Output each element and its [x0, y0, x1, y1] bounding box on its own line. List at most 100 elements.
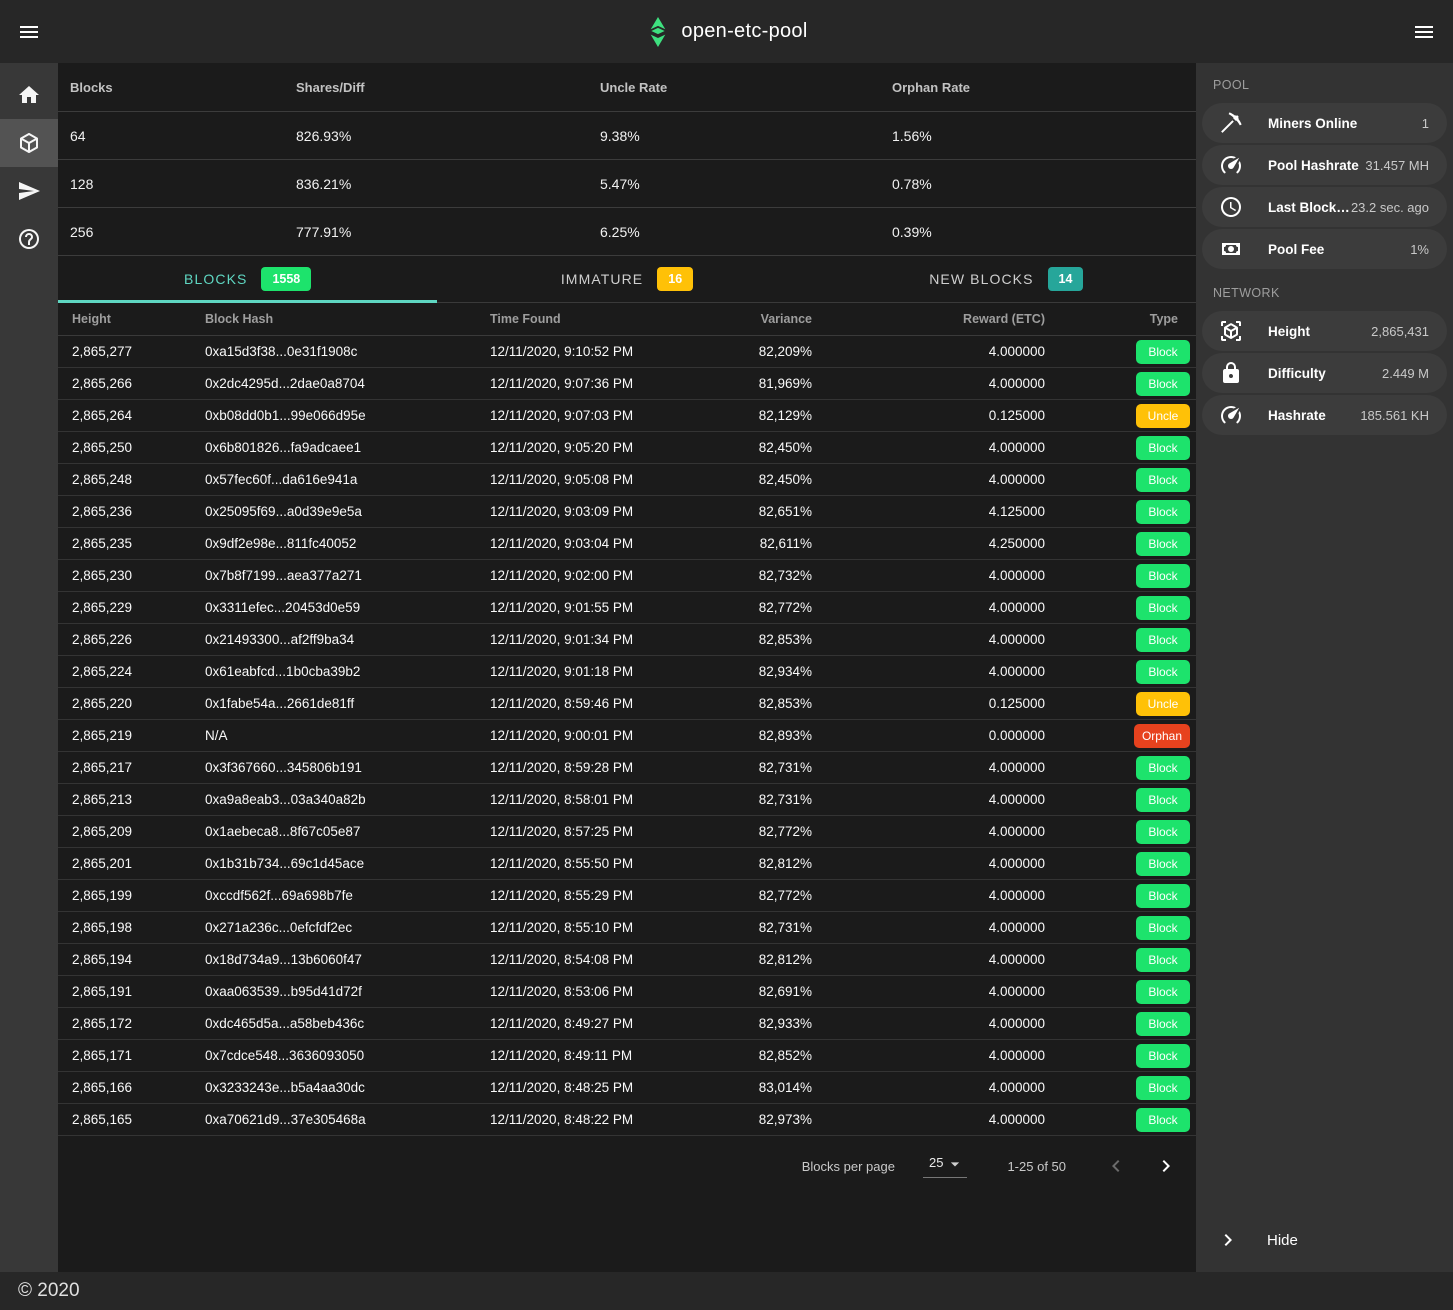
stats-blocks-value: 64 — [70, 128, 296, 144]
table-row[interactable]: 2,865,165 0xa70621d9...37e305468a 12/11/… — [58, 1104, 1196, 1136]
type-badge: Block — [1136, 340, 1190, 364]
tab[interactable]: IMMATURE 16 — [437, 256, 816, 302]
stats-orphan-value: 0.39% — [892, 224, 1196, 240]
cell-time: 12/11/2020, 8:59:46 PM — [490, 696, 680, 711]
table-row[interactable]: 2,865,201 0x1b31b734...69c1d45ace 12/11/… — [58, 848, 1196, 880]
table-row[interactable]: 2,865,230 0x7b8f7199...aea377a271 12/11/… — [58, 560, 1196, 592]
cell-reward: 4.000000 — [812, 440, 1045, 455]
table-row[interactable]: 2,865,166 0x3233243e...b5a4aa30dc 12/11/… — [58, 1072, 1196, 1104]
type-badge: Block — [1136, 980, 1190, 1004]
cell-reward: 4.000000 — [812, 376, 1045, 391]
table-row[interactable]: 2,865,191 0xaa063539...b95d41d72f 12/11/… — [58, 976, 1196, 1008]
cell-height: 2,865,219 — [72, 728, 205, 743]
table-row[interactable]: 2,865,226 0x21493300...af2ff9ba34 12/11/… — [58, 624, 1196, 656]
pool-stat-item[interactable]: Pool Hashrate 31.457 MH — [1202, 145, 1447, 185]
table-row[interactable]: 2,865,235 0x9df2e98e...811fc40052 12/11/… — [58, 528, 1196, 560]
tab[interactable]: NEW BLOCKS 14 — [817, 256, 1196, 302]
per-page-select[interactable]: 25 — [923, 1154, 967, 1178]
send-icon — [17, 179, 41, 203]
cell-variance: 82,129% — [680, 408, 812, 423]
top-app-bar: open-etc-pool — [0, 0, 1453, 63]
table-row[interactable]: 2,865,264 0xb08dd0b1...99e066d95e 12/11/… — [58, 400, 1196, 432]
type-badge: Block — [1136, 852, 1190, 876]
stat-label: Height — [1268, 324, 1310, 339]
network-stat-item[interactable]: Hashrate 185.561 KH — [1202, 395, 1447, 435]
hide-sidebar-button[interactable]: Hide — [1201, 1220, 1448, 1260]
cell-reward: 4.000000 — [812, 344, 1045, 359]
cell-reward: 4.000000 — [812, 1016, 1045, 1031]
cell-variance: 82,731% — [680, 760, 812, 775]
chevron-right-icon[interactable] — [1150, 1150, 1182, 1182]
cell-height: 2,865,236 — [72, 504, 205, 519]
table-row[interactable]: 2,865,209 0x1aebeca8...8f67c05e87 12/11/… — [58, 816, 1196, 848]
table-row[interactable]: 2,865,199 0xccdf562f...69a698b7fe 12/11/… — [58, 880, 1196, 912]
network-stat-item[interactable]: Difficulty 2.449 M — [1202, 353, 1447, 393]
cell-hash: 0x1aebeca8...8f67c05e87 — [205, 824, 490, 839]
cell-variance: 82,933% — [680, 1016, 812, 1031]
nav-item[interactable] — [0, 215, 58, 263]
col-variance: Variance — [680, 312, 812, 326]
home-icon — [17, 83, 41, 107]
right-sidebar: POOL Miners Online 1 Pool Hashrate 31.45… — [1196, 63, 1453, 1272]
table-row[interactable]: 2,865,217 0x3f367660...345806b191 12/11/… — [58, 752, 1196, 784]
type-badge: Block — [1136, 596, 1190, 620]
table-row[interactable]: 2,865,213 0xa9a8eab3...03a340a82b 12/11/… — [58, 784, 1196, 816]
page-range: 1-25 of 50 — [1007, 1159, 1066, 1174]
cell-hash: 0xdc465d5a...a58beb436c — [205, 1016, 490, 1031]
cell-height: 2,865,266 — [72, 376, 205, 391]
cube-scan-icon — [1219, 319, 1243, 343]
pool-stat-item[interactable]: Pool Fee 1% — [1202, 229, 1447, 269]
table-row[interactable]: 2,865,220 0x1fabe54a...2661de81ff 12/11/… — [58, 688, 1196, 720]
cell-hash: 0x271a236c...0efcfdf2ec — [205, 920, 490, 935]
cell-hash: 0xa9a8eab3...03a340a82b — [205, 792, 490, 807]
table-row[interactable]: 2,865,248 0x57fec60f...da616e941a 12/11/… — [58, 464, 1196, 496]
pool-stat-item[interactable]: Miners Online 1 — [1202, 103, 1447, 143]
network-stat-item[interactable]: Height 2,865,431 — [1202, 311, 1447, 351]
table-row[interactable]: 2,865,219 N/A 12/11/2020, 9:00:01 PM 82,… — [58, 720, 1196, 752]
tab[interactable]: BLOCKS 1558 — [58, 256, 437, 302]
chevron-left-icon[interactable] — [1100, 1150, 1132, 1182]
table-row[interactable]: 2,865,229 0x3311efec...20453d0e59 12/11/… — [58, 592, 1196, 624]
cell-time: 12/11/2020, 8:55:50 PM — [490, 856, 680, 871]
cell-height: 2,865,235 — [72, 536, 205, 551]
cell-height: 2,865,224 — [72, 664, 205, 679]
table-row[interactable]: 2,865,172 0xdc465d5a...a58beb436c 12/11/… — [58, 1008, 1196, 1040]
tab-badge: 1558 — [261, 267, 311, 291]
cell-hash: 0x1b31b734...69c1d45ace — [205, 856, 490, 871]
cell-hash: 0x61eabfcd...1b0cba39b2 — [205, 664, 490, 679]
table-row[interactable]: 2,865,266 0x2dc4295d...2dae0a8704 12/11/… — [58, 368, 1196, 400]
table-row[interactable]: 2,865,277 0xa15d3f38...0e31f1908c 12/11/… — [58, 336, 1196, 368]
type-badge: Block — [1136, 1044, 1190, 1068]
type-badge: Block — [1136, 372, 1190, 396]
stats-row: 256 777.91% 6.25% 0.39% — [58, 208, 1196, 256]
cell-hash: 0x1fabe54a...2661de81ff — [205, 696, 490, 711]
cell-hash: 0x3311efec...20453d0e59 — [205, 600, 490, 615]
nav-item[interactable] — [0, 71, 58, 119]
cell-hash: 0x6b801826...fa9adcaee1 — [205, 440, 490, 455]
table-row[interactable]: 2,865,198 0x271a236c...0efcfdf2ec 12/11/… — [58, 912, 1196, 944]
cell-time: 12/11/2020, 9:03:04 PM — [490, 536, 680, 551]
table-row[interactable]: 2,865,250 0x6b801826...fa9adcaee1 12/11/… — [58, 432, 1196, 464]
table-row[interactable]: 2,865,171 0x7cdce548...3636093050 12/11/… — [58, 1040, 1196, 1072]
pool-stat-item[interactable]: Last Block Fo… 23.2 sec. ago — [1202, 187, 1447, 227]
cell-hash: N/A — [205, 728, 490, 743]
menu-icon[interactable] — [1406, 14, 1442, 50]
nav-item[interactable] — [0, 167, 58, 215]
table-row[interactable]: 2,865,194 0x18d734a9...13b6060f47 12/11/… — [58, 944, 1196, 976]
cell-variance: 82,651% — [680, 504, 812, 519]
cell-time: 12/11/2020, 8:48:25 PM — [490, 1080, 680, 1095]
cell-variance: 82,812% — [680, 856, 812, 871]
stats-uncle-value: 9.38% — [600, 128, 892, 144]
cell-hash: 0x3f367660...345806b191 — [205, 760, 490, 775]
cell-height: 2,865,220 — [72, 696, 205, 711]
cell-hash: 0xa70621d9...37e305468a — [205, 1112, 490, 1127]
menu-icon[interactable] — [11, 14, 47, 50]
table-row[interactable]: 2,865,224 0x61eabfcd...1b0cba39b2 12/11/… — [58, 656, 1196, 688]
col-time: Time Found — [490, 312, 680, 326]
type-badge: Block — [1136, 564, 1190, 588]
cell-variance: 82,772% — [680, 600, 812, 615]
type-badge: Uncle — [1136, 692, 1190, 716]
nav-item[interactable] — [0, 119, 58, 167]
gauge-icon — [1219, 403, 1243, 427]
table-row[interactable]: 2,865,236 0x25095f69...a0d39e9e5a 12/11/… — [58, 496, 1196, 528]
